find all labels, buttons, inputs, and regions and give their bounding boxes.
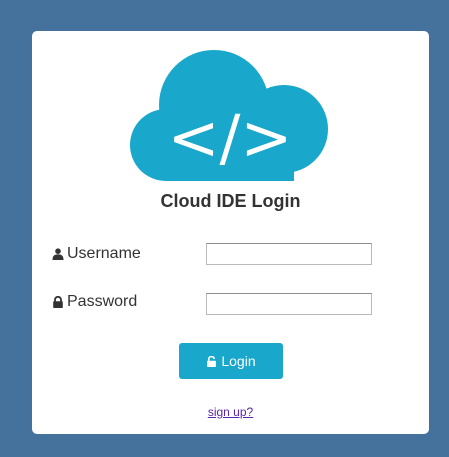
login-button[interactable]: Login [179, 343, 283, 379]
signup-link[interactable]: sign up? [208, 405, 253, 419]
signup-row: sign up? [32, 405, 429, 419]
user-icon [52, 248, 64, 260]
username-label: Username [67, 245, 141, 262]
cloud-code-icon: </> [130, 50, 328, 181]
password-label: Password [67, 293, 138, 310]
lock-icon [53, 296, 63, 308]
password-field[interactable] [206, 293, 372, 315]
login-button-label: Login [221, 353, 256, 369]
page-title: Cloud IDE Login [160, 191, 301, 211]
logo-code-glyph: </> [168, 101, 293, 174]
username-field[interactable] [206, 243, 372, 265]
password-label-row: Password [52, 293, 137, 311]
username-label-row: Username [52, 245, 141, 263]
unlock-icon [207, 355, 217, 367]
login-card: </> Cloud IDE Login Username Password Lo… [32, 31, 429, 434]
